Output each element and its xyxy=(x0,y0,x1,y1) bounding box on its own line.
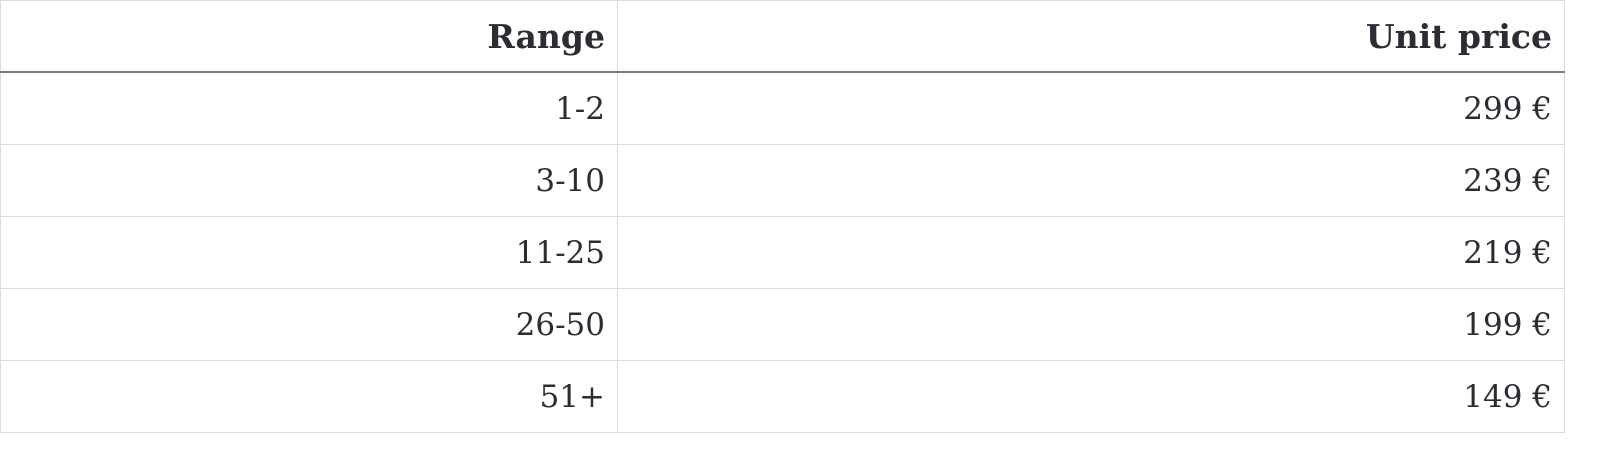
cell-range: 51+ xyxy=(0,360,618,433)
cell-range: 26-50 xyxy=(0,288,618,361)
cell-range: 3-10 xyxy=(0,144,618,217)
table-row: 3-10 239 € xyxy=(0,144,1565,217)
cell-range: 1-2 xyxy=(0,71,618,145)
cell-range: 11-25 xyxy=(0,216,618,289)
pricing-table: Range Unit price 1-2 299 € 3-10 239 € 11… xyxy=(0,0,1565,433)
table-row: 51+ 149 € xyxy=(0,360,1565,433)
header-range: Range xyxy=(0,0,618,73)
table-row: 1-2 299 € xyxy=(0,71,1565,145)
table-body: 1-2 299 € 3-10 239 € 11-25 219 € 26-50 1… xyxy=(0,71,1565,433)
cell-unit-price: 219 € xyxy=(617,216,1565,289)
table-row: 26-50 199 € xyxy=(0,288,1565,361)
table-row: 11-25 219 € xyxy=(0,216,1565,289)
header-row: Range Unit price xyxy=(0,0,1565,73)
header-unit-price: Unit price xyxy=(617,0,1565,73)
cell-unit-price: 299 € xyxy=(617,71,1565,145)
cell-unit-price: 149 € xyxy=(617,360,1565,433)
cell-unit-price: 199 € xyxy=(617,288,1565,361)
table-header: Range Unit price xyxy=(0,0,1565,73)
pricing-table-container: Range Unit price 1-2 299 € 3-10 239 € 11… xyxy=(0,0,1565,433)
cell-unit-price: 239 € xyxy=(617,144,1565,217)
